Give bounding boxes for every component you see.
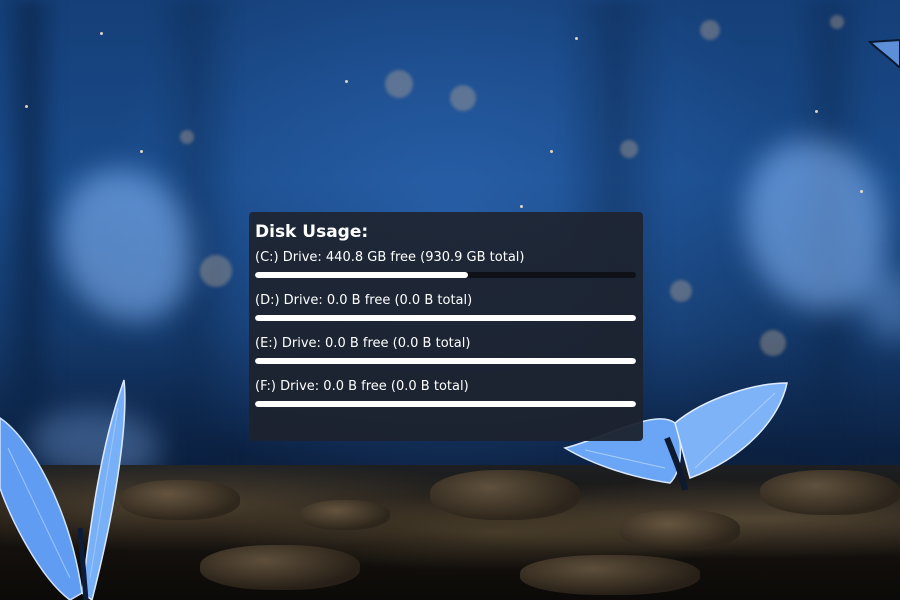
butterfly-icon bbox=[868, 38, 900, 68]
drive-usage-fill bbox=[255, 272, 469, 278]
drive-usage-bar bbox=[255, 315, 636, 321]
drive-label: (F:) Drive: 0.0 B free (0.0 B total) bbox=[255, 379, 469, 394]
rock bbox=[520, 555, 700, 595]
spark-light bbox=[520, 205, 523, 208]
drive-usage-fill bbox=[255, 401, 636, 407]
rock bbox=[620, 510, 740, 550]
drive-usage-bar bbox=[255, 358, 636, 364]
bokeh-light bbox=[700, 20, 720, 40]
drive-label: (D:) Drive: 0.0 B free (0.0 B total) bbox=[255, 293, 473, 308]
drive-usage-fill bbox=[255, 358, 636, 364]
drive-c: (C:) Drive: 440.8 GB free (930.9 GB tota… bbox=[255, 249, 637, 278]
drive-d: (D:) Drive: 0.0 B free (0.0 B total) bbox=[255, 292, 637, 321]
bokeh-light bbox=[180, 130, 194, 144]
spark-light bbox=[25, 105, 28, 108]
spark-light bbox=[575, 37, 578, 40]
bokeh-light bbox=[450, 85, 476, 111]
bokeh-light bbox=[830, 15, 844, 29]
bokeh-light bbox=[670, 280, 692, 302]
disk-usage-widget: Disk Usage: (C:) Drive: 440.8 GB free (9… bbox=[249, 212, 643, 441]
drive-usage-bar bbox=[255, 401, 636, 407]
bokeh-light bbox=[760, 330, 786, 356]
drive-label: (E:) Drive: 0.0 B free (0.0 B total) bbox=[255, 336, 471, 351]
desktop-wallpaper: Disk Usage: (C:) Drive: 440.8 GB free (9… bbox=[0, 0, 900, 600]
bokeh-light bbox=[385, 70, 413, 98]
rock bbox=[120, 480, 240, 520]
spark-light bbox=[345, 80, 348, 83]
bokeh-light bbox=[620, 140, 638, 158]
widget-title: Disk Usage: bbox=[255, 222, 369, 242]
drive-usage-bar bbox=[255, 272, 636, 278]
spark-light bbox=[815, 110, 818, 113]
drive-label: (C:) Drive: 440.8 GB free (930.9 GB tota… bbox=[255, 250, 525, 265]
drive-usage-fill bbox=[255, 315, 636, 321]
spark-light bbox=[100, 32, 103, 35]
rock bbox=[200, 545, 360, 590]
spark-light bbox=[550, 150, 553, 153]
drive-e: (E:) Drive: 0.0 B free (0.0 B total) bbox=[255, 335, 637, 364]
butterfly-icon bbox=[0, 379, 126, 600]
bokeh-light bbox=[200, 255, 232, 287]
spark-light bbox=[140, 150, 143, 153]
spark-light bbox=[860, 190, 863, 193]
rock bbox=[300, 500, 390, 530]
drive-f: (F:) Drive: 0.0 B free (0.0 B total) bbox=[255, 378, 637, 407]
